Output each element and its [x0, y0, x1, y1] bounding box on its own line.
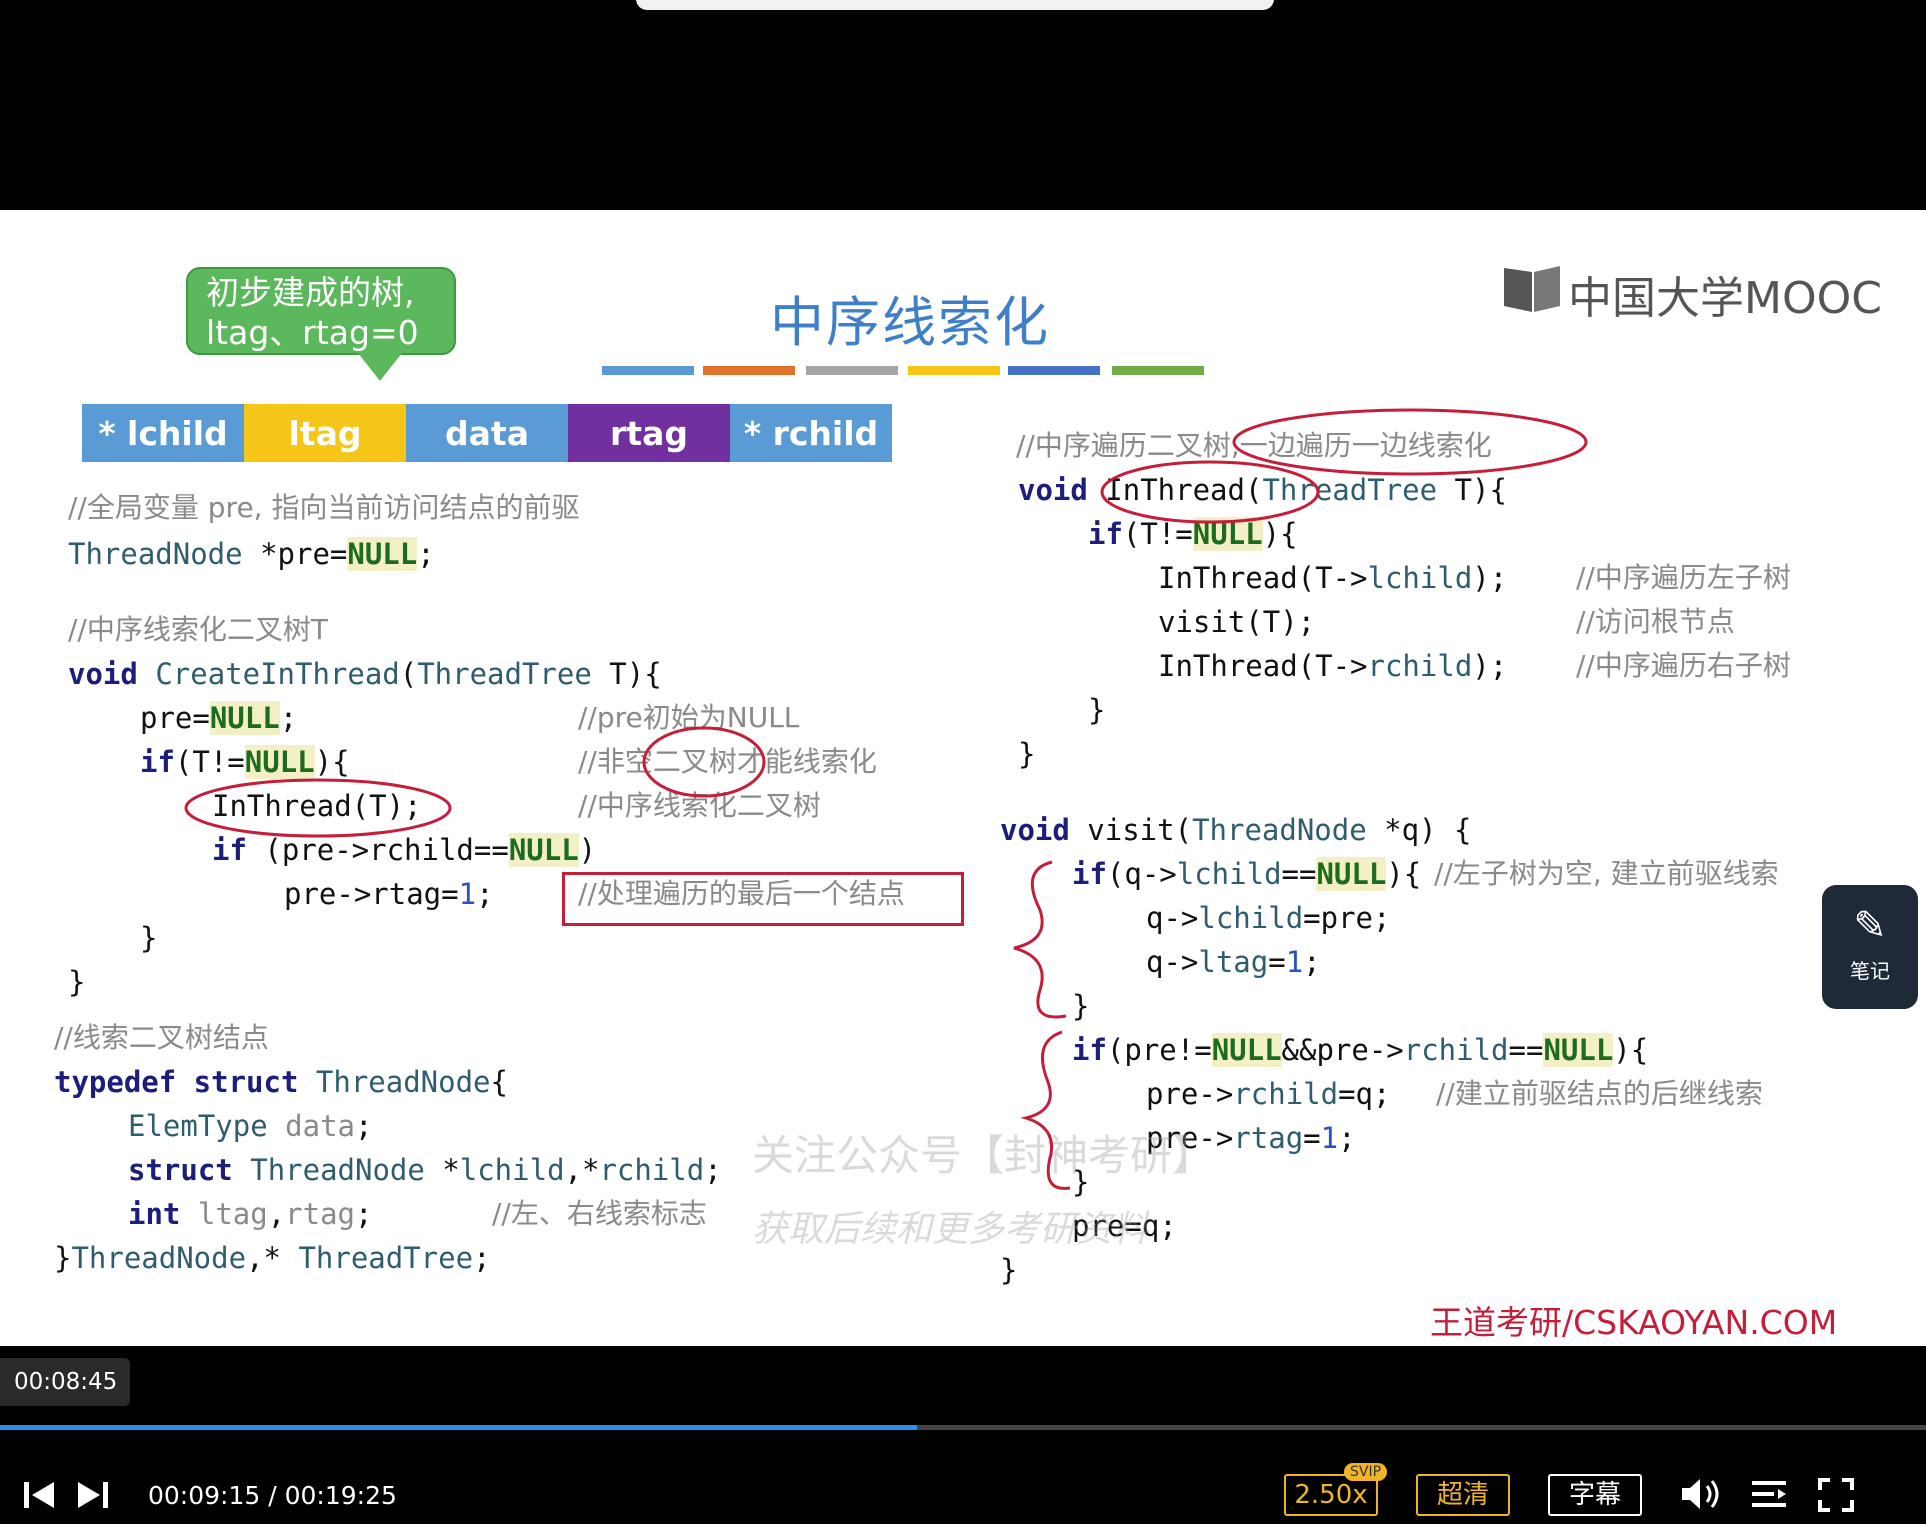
code-line: } — [1000, 1253, 1018, 1287]
total-time: 00:19:25 — [284, 1481, 397, 1510]
prev-icon[interactable] — [22, 1480, 56, 1510]
fullscreen-icon[interactable] — [1818, 1478, 1854, 1512]
code-line: typedef struct ThreadNode{ — [54, 1065, 508, 1099]
code-line: } — [1018, 737, 1036, 771]
watermark-1: 关注公众号【封神考研】 — [752, 1131, 1215, 1180]
bubble-line-2: ltag、rtag=0 — [206, 313, 419, 352]
field-rtag: rtag — [568, 404, 730, 462]
code-line: struct ThreadNode *lchild,*rchild; — [128, 1153, 722, 1187]
current-time: 00:09:15 — [148, 1481, 261, 1510]
comment-inthread: //中序线索化二叉树 — [578, 789, 821, 822]
code-line: void CreateInThread(ThreadTree T){ — [68, 657, 662, 691]
code-line: q->ltag=1; — [1146, 945, 1321, 979]
speech-bubble: 初步建成的树, ltag、rtag=0 — [186, 267, 456, 381]
note-icon: ✎ — [1853, 903, 1887, 949]
code-line: }ThreadNode,* ThreadTree; — [54, 1241, 491, 1275]
field-lchild: * lchild — [82, 404, 244, 462]
code-line: ThreadNode *pre=NULL; — [68, 537, 435, 571]
code-line: } — [68, 965, 86, 999]
comment-create: //中序线索化二叉树T — [68, 613, 328, 646]
code-line: if(T!=NULL){ — [1088, 517, 1298, 551]
code-line: if(q->lchild==NULL){ — [1072, 857, 1422, 891]
comment-tags: //左、右线索标志 — [492, 1197, 707, 1230]
code-line: InThread(T->rchild); — [1158, 649, 1508, 683]
code-line: void InThread(ThreadTree T){ — [1018, 473, 1507, 507]
time-display: 00:09:15 / 00:19:25 — [148, 1481, 397, 1510]
top-pill — [636, 0, 1274, 10]
comment-pred: //左子树为空, 建立前驱线索 — [1434, 857, 1779, 890]
progress-fill — [0, 1425, 917, 1430]
comment-struct: //线索二叉树结点 — [54, 1021, 269, 1054]
title-bar-5 — [1008, 366, 1100, 375]
code-line: InThread(T); — [212, 789, 422, 823]
note-label: 笔记 — [1850, 959, 1890, 983]
field-ltag: ltag — [244, 404, 406, 462]
code-line: pre->rtag=1; — [284, 877, 494, 911]
playlist-icon[interactable] — [1750, 1478, 1788, 1510]
code-line: q->lchild=pre; — [1146, 901, 1391, 935]
quality-button[interactable]: 超清 — [1416, 1474, 1510, 1516]
title-bar-6 — [1112, 366, 1204, 375]
comment-nonempty: //非空二叉树才能线索化 — [578, 745, 877, 778]
mooc-logo-icon — [1504, 266, 1560, 312]
code-line: visit(T); — [1158, 605, 1316, 639]
title-bar-2 — [703, 366, 795, 375]
code-line: } — [1072, 989, 1090, 1023]
mooc-logo-text: 中国大学MOOC — [1568, 273, 1882, 324]
hover-time-tooltip: 00:08:45 — [0, 1358, 130, 1406]
note-button[interactable]: ✎ 笔记 — [1822, 885, 1918, 1009]
watermark-2: 获取后续和更多考研资料 — [752, 1209, 1149, 1250]
field-rchild: * rchild — [730, 404, 892, 462]
node-fields: * lchild ltag data rtag * rchild — [82, 404, 892, 462]
field-data: data — [406, 404, 568, 462]
comment-inorder: //中序遍历二叉树,一边遍历一边线索化 — [1016, 429, 1492, 462]
comment-right: //中序遍历右子树 — [1576, 649, 1791, 682]
time-separator: / — [260, 1481, 285, 1510]
comment-left: //中序遍历左子树 — [1576, 561, 1791, 594]
code-line: pre->rchild=q; — [1146, 1077, 1391, 1111]
comment-pre-null: //pre初始为NULL — [578, 701, 800, 734]
code-line: int ltag,rtag; — [128, 1197, 373, 1231]
comment-succ: //建立前驱结点的后继线索 — [1436, 1077, 1763, 1110]
subtitle-button[interactable]: 字幕 — [1548, 1474, 1642, 1516]
top-black-bar — [0, 0, 1926, 210]
volume-icon[interactable] — [1680, 1476, 1724, 1512]
svip-badge: SVIP — [1344, 1463, 1388, 1481]
code-line: void visit(ThreadNode *q) { — [1000, 813, 1472, 847]
code-line: InThread(T->lchild); — [1158, 561, 1508, 595]
title-bar-3 — [806, 366, 898, 375]
title-bar-1 — [602, 366, 694, 375]
comment-global: //全局变量 pre, 指向当前访问结点的前驱 — [68, 491, 580, 524]
code-line: } — [1088, 693, 1106, 727]
ink-brace-1 — [1013, 860, 1067, 1019]
slide-title: 中序线索化 — [770, 291, 1050, 354]
code-line: if(pre!=NULL&&pre->rchild==NULL){ — [1072, 1033, 1649, 1067]
bubble-line-1: 初步建成的树, — [206, 273, 415, 312]
comment-visit: //访问根节点 — [1576, 605, 1735, 638]
comment-last: //处理遍历的最后一个结点 — [578, 877, 905, 910]
code-line: } — [140, 921, 158, 955]
code-line: if(T!=NULL){ — [140, 745, 350, 779]
code-line: pre=NULL; — [140, 701, 298, 735]
footer-brand: 王道考研/CSKAOYAN.COM — [1430, 1303, 1838, 1342]
slide: 初步建成的树, ltag、rtag=0 中序线索化 中国大学MOOC * lch… — [0, 210, 1926, 1346]
next-icon[interactable] — [76, 1480, 110, 1510]
title-bar-4 — [908, 366, 1000, 375]
progress-bar[interactable] — [0, 1425, 1926, 1430]
code-line: if (pre->rchild==NULL) — [212, 833, 597, 867]
code-line: ElemType data; — [128, 1109, 373, 1143]
